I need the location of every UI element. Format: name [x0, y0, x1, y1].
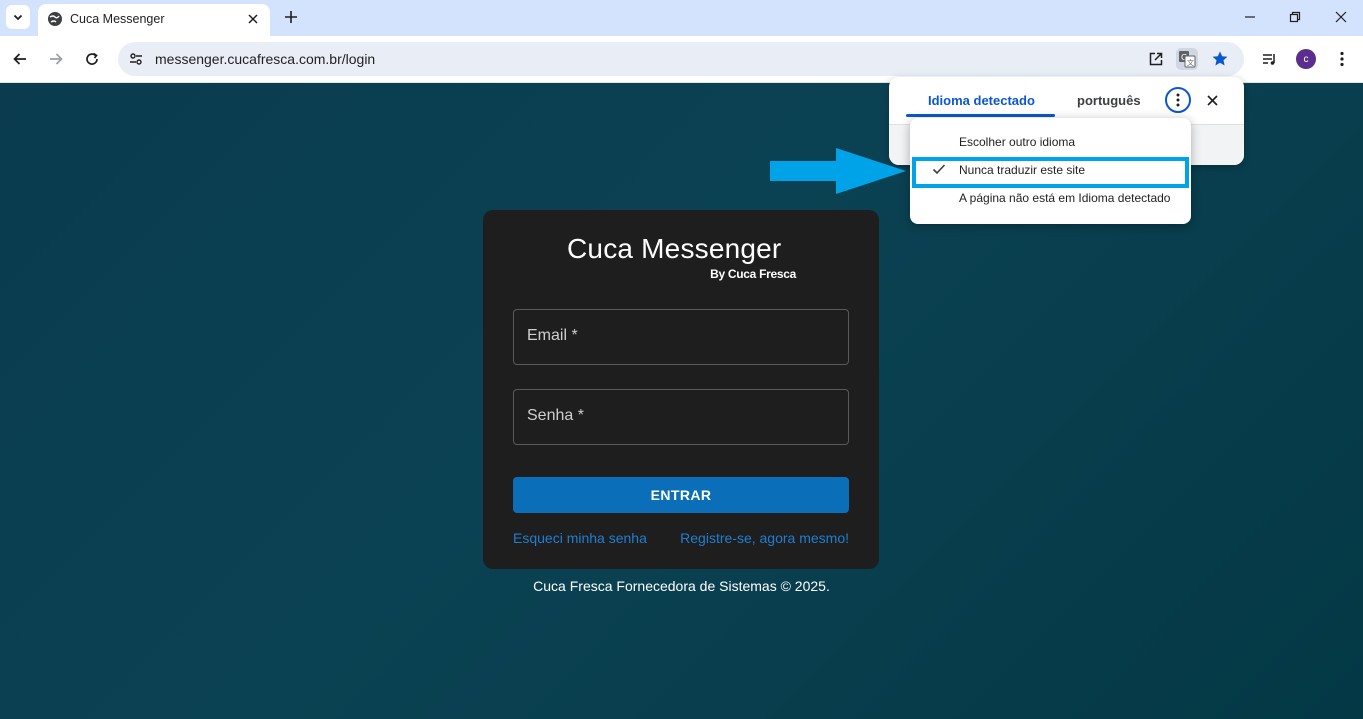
menu-item-choose-language[interactable]: Escolher outro idioma [910, 128, 1191, 156]
minimize-button[interactable] [1238, 6, 1262, 28]
email-field[interactable]: Email * [513, 309, 849, 365]
back-button[interactable] [9, 48, 31, 70]
translate-options-button[interactable] [1165, 87, 1191, 113]
star-icon [1212, 51, 1228, 66]
menu-item-label: A página não está em Idioma detectado [959, 191, 1171, 205]
plus-icon [285, 11, 297, 23]
restore-button[interactable] [1283, 6, 1307, 28]
close-icon [248, 14, 258, 24]
close-icon [1335, 11, 1347, 23]
site-info-button[interactable] [126, 49, 146, 69]
browser-tab[interactable]: Cuca Messenger [38, 4, 270, 36]
reload-button[interactable] [81, 48, 103, 70]
login-button[interactable]: ENTRAR [513, 477, 849, 513]
svg-text:文: 文 [1187, 58, 1194, 67]
brand-subtitle: By Cuca Fresca [710, 267, 796, 281]
globe-icon [48, 12, 62, 26]
media-controls-button[interactable] [1259, 48, 1281, 70]
annotation-highlight-box [912, 157, 1189, 188]
forgot-password-link[interactable]: Esqueci minha senha [513, 530, 647, 546]
kebab-menu-icon [1340, 51, 1344, 67]
reload-icon [86, 52, 98, 65]
annotation-arrow-icon [770, 148, 906, 194]
translate-close-button[interactable] [1202, 90, 1222, 110]
open-external-icon [1149, 52, 1163, 66]
translate-button[interactable]: G文 [1176, 48, 1198, 70]
password-field[interactable]: Senha * [513, 389, 849, 445]
restore-icon [1289, 11, 1301, 23]
arrow-right-icon [50, 53, 63, 65]
arrow-left-icon [13, 53, 26, 65]
new-tab-button[interactable] [280, 6, 302, 28]
minimize-icon [1245, 16, 1255, 18]
close-window-button[interactable] [1329, 6, 1353, 28]
translate-icon: G文 [1179, 51, 1196, 68]
url-text: messenger.cucafresca.com.br/login [155, 51, 376, 67]
browser-menu-button[interactable] [1331, 48, 1353, 70]
forward-button[interactable] [45, 48, 67, 70]
tab-search-button[interactable] [6, 5, 30, 29]
email-label: Email * [527, 327, 578, 344]
tab-title: Cuca Messenger [70, 12, 165, 26]
menu-item-wrong-language[interactable]: A página não está em Idioma detectado [910, 184, 1191, 212]
open-in-app-button[interactable] [1145, 48, 1167, 70]
close-icon [1206, 94, 1218, 106]
address-bar[interactable]: messenger.cucafresca.com.br/login G文 [118, 42, 1244, 76]
profile-avatar[interactable]: c [1296, 49, 1316, 69]
password-label: Senha * [527, 407, 584, 424]
tune-icon [130, 53, 142, 65]
footer-text: Cuca Fresca Fornecedora de Sistemas © 20… [0, 578, 1363, 594]
tab-close-button[interactable] [244, 10, 262, 28]
bookmark-button[interactable] [1209, 48, 1231, 70]
tab-strip: Cuca Messenger [0, 0, 1363, 36]
tab-detected-language[interactable]: Idioma detectado [928, 93, 1035, 108]
brand-title: Cuca Messenger [567, 233, 782, 264]
active-tab-indicator [906, 114, 1055, 117]
tab-target-language[interactable]: português [1077, 93, 1141, 108]
register-link[interactable]: Registre-se, agora mesmo! [680, 530, 849, 546]
footer-copyright: Cuca Fresca Fornecedora de Sistemas © 20… [533, 578, 830, 594]
chevron-down-icon [13, 14, 23, 21]
browser-toolbar: messenger.cucafresca.com.br/login G文 c [0, 36, 1363, 83]
kebab-menu-icon [1176, 93, 1180, 107]
login-card: Cuca Messenger By Cuca Fresca Email * Se… [483, 210, 879, 569]
menu-item-label: Escolher outro idioma [959, 135, 1076, 149]
media-queue-icon [1263, 54, 1275, 65]
